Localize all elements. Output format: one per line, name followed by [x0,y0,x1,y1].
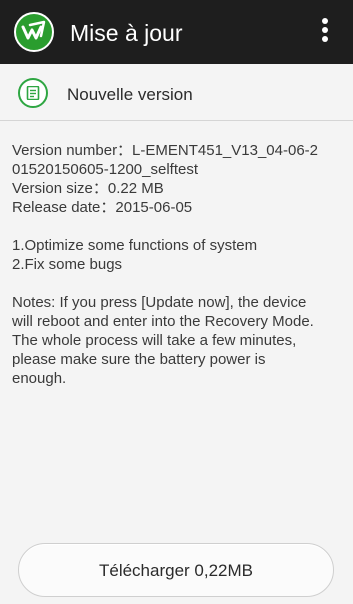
app-logo-icon [14,12,54,52]
new-version-label: Nouvelle version [67,85,193,104]
change-item: 1.Optimize some functions of system [12,237,258,254]
change-item: 2.Fix some bugs [12,256,123,273]
download-button-label: Télécharger 0,22MB [98,561,254,580]
release-date: Release date：2015-06-05 [12,199,193,216]
page-title: Mise à jour [70,20,183,46]
download-button[interactable]: Télécharger 0,22MB [18,543,334,597]
version-number-continuation: 01520150605-1200_selftest [12,161,198,178]
document-icon [18,78,48,108]
new-version-header: Nouvelle version [0,64,353,120]
update-details: Version number：L-EMENT451_V13_04-06-2 01… [12,141,346,388]
notes-line: Notes: If you press [Update now], the de… [12,294,307,311]
notes-line: The whole process will take a few minute… [12,332,297,349]
version-size: Version size：0.22 MB [12,180,164,197]
notes-line: please make sure the battery power is [12,351,266,368]
notes-line: enough. [12,370,67,387]
top-app-bar: Mise à jour [0,0,353,64]
divider [0,120,353,121]
version-number-line: Version number：L-EMENT451_V13_04-06-2 [12,142,318,159]
notes-line: will reboot and enter into the Recovery … [12,313,314,330]
overflow-menu-icon[interactable] [318,18,332,48]
